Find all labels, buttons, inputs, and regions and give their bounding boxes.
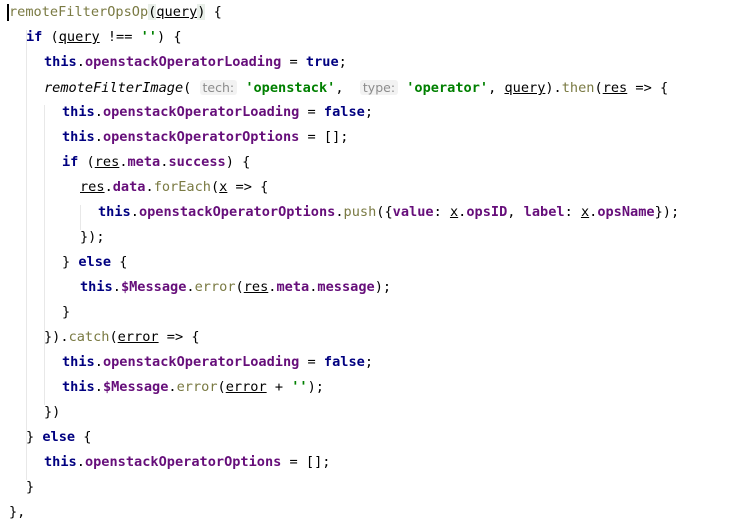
code-line[interactable]: this.$Message.error(res.meta.message); (80, 275, 391, 300)
code-editor[interactable]: remoteFilterOpsOp(query) { if (query !==… (0, 0, 755, 524)
indent-guide (26, 30, 27, 480)
code-line[interactable]: remoteFilterImage( tech: 'openstack', ty… (44, 75, 668, 100)
code-line[interactable]: } (26, 475, 34, 500)
code-line[interactable]: res.data.forEach(x => { (80, 175, 268, 200)
param-hint: tech: (199, 80, 238, 95)
code-line[interactable]: } else { (62, 250, 128, 275)
code-line[interactable]: this.openstackOperatorLoading = true; (44, 50, 347, 75)
code-line[interactable]: }, (9, 500, 25, 525)
param-query: query (156, 4, 198, 20)
code-line[interactable]: this.openstackOperatorOptions = []; (44, 450, 330, 475)
code-line[interactable]: this.openstackOperatorOptions.push({valu… (98, 200, 679, 225)
indent-guide (44, 105, 45, 405)
code-line[interactable]: }); (80, 225, 105, 250)
code-line[interactable]: remoteFilterOpsOp(query) { (9, 0, 222, 25)
text-caret (7, 4, 9, 21)
code-line[interactable]: } (62, 300, 70, 325)
function-name: remoteFilterOpsOp (9, 4, 149, 20)
code-line[interactable]: }).catch(error => { (44, 325, 200, 350)
code-line[interactable]: this.openstackOperatorLoading = false; (62, 100, 373, 125)
code-line[interactable]: this.openstackOperatorOptions = []; (62, 125, 348, 150)
code-line[interactable]: } else { (26, 425, 92, 450)
code-line[interactable]: this.$Message.error(error + ''); (62, 375, 324, 400)
code-line[interactable]: }) (44, 400, 60, 425)
code-line[interactable]: if (query !== '') { (26, 25, 182, 50)
code-line[interactable]: if (res.meta.success) { (62, 150, 250, 175)
param-hint: type: (359, 80, 399, 95)
code-line[interactable]: this.openstackOperatorLoading = false; (62, 350, 373, 375)
